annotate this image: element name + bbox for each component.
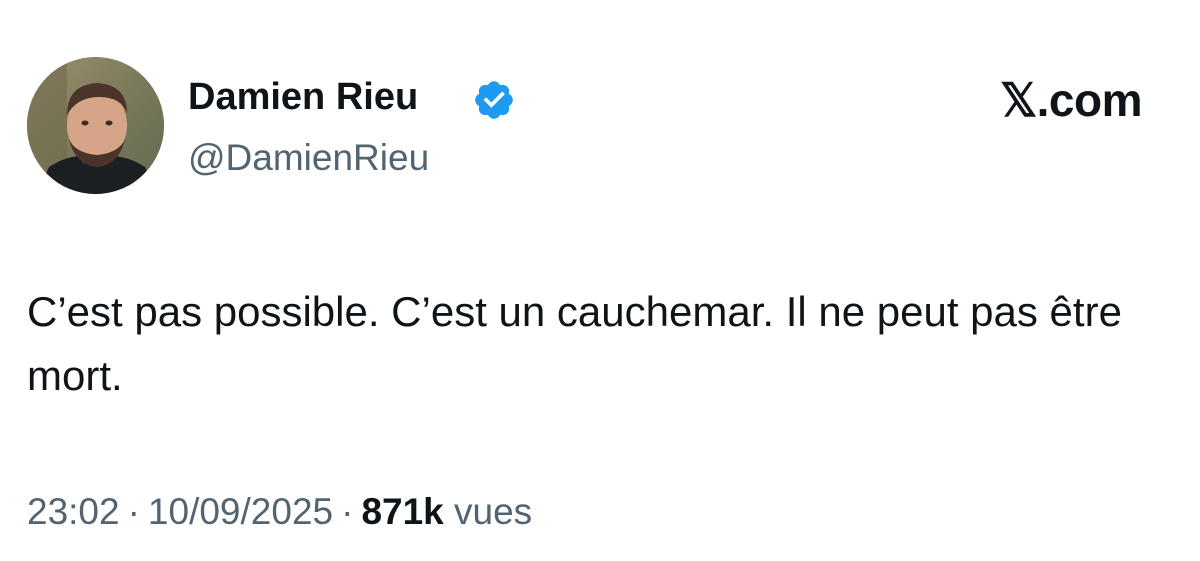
author-handle[interactable]: @DamienRieu (188, 136, 429, 180)
x-logo[interactable]: 𝕏.com (1000, 74, 1142, 126)
tweet-meta: 23:02 · 10/09/2025 · 871k vues (27, 488, 532, 536)
verified-badge-icon (475, 81, 513, 119)
tweet-time[interactable]: 23:02 (27, 491, 120, 532)
avatar[interactable] (27, 57, 164, 194)
author-name[interactable]: Damien Rieu (188, 74, 418, 120)
views-count[interactable]: 871k (361, 491, 443, 532)
tweet-card: Damien Rieu @DamienRieu 𝕏.com C’est pas … (0, 0, 1200, 561)
separator-dot: · (341, 491, 354, 532)
tweet-date[interactable]: 10/09/2025 (148, 491, 333, 532)
views-label: vues (454, 491, 533, 532)
tweet-text: C’est pas possible. C’est un cauchemar. … (27, 288, 1122, 399)
avatar-photo (27, 57, 164, 194)
separator-dot: · (127, 491, 140, 532)
